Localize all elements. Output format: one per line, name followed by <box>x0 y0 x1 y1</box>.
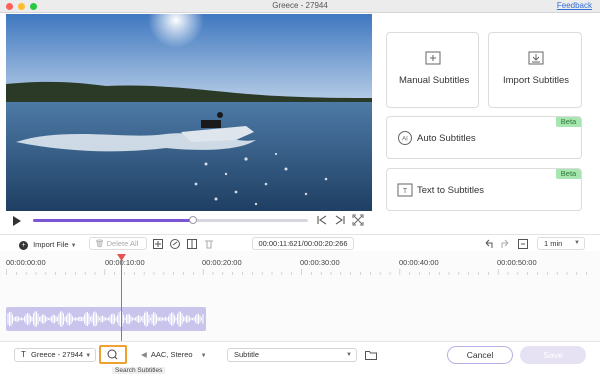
svg-text:AI: AI <box>402 137 408 143</box>
text-to-subtitles-card[interactable]: T Text to Subtitles Beta <box>386 168 582 211</box>
fit-timeline-icon[interactable] <box>518 239 528 249</box>
audio-track-clip[interactable] <box>6 307 206 331</box>
import-subtitles-icon <box>528 51 544 65</box>
auto-subtitles-beta-badge: Beta <box>556 117 581 127</box>
import-file-button[interactable]: + Import File ▼ <box>18 238 82 250</box>
app-window: Greece - 27944 Feedback Manual Subtitles… <box>0 0 600 375</box>
progress-fill <box>33 219 193 222</box>
video-track-select[interactable]: T Greece - 27944 ▼ <box>14 348 96 362</box>
zoom-value: 1 min <box>544 239 563 248</box>
delete-subtitle-icon[interactable] <box>204 239 214 249</box>
manual-subtitles-card[interactable]: Manual Subtitles <box>386 32 479 108</box>
fullscreen-icon[interactable] <box>352 214 364 226</box>
split-subtitle-icon[interactable] <box>187 239 197 249</box>
delete-all-label: Delete All <box>106 239 139 248</box>
video-preview[interactable] <box>6 14 372 211</box>
tick-label: 00:00:00:00 <box>6 258 46 267</box>
manual-subtitles-icon <box>425 51 441 65</box>
previous-frame-icon[interactable] <box>316 214 328 226</box>
search-subtitles-tooltip: Search Subtitles <box>112 367 166 374</box>
time-ruler <box>6 269 587 275</box>
audio-track-select[interactable]: ◀ AAC, Stereo ▼ <box>138 348 216 362</box>
auto-subtitles-icon: AI <box>398 131 412 145</box>
playhead-marker-icon[interactable] <box>117 254 126 261</box>
text-track-icon: T <box>21 350 26 359</box>
playback-progress-bar[interactable] <box>33 216 308 224</box>
title-bar: Greece - 27944 Feedback <box>0 0 600 13</box>
text-to-subtitles-icon: T <box>397 183 413 197</box>
manual-subtitles-label: Manual Subtitles <box>399 75 470 86</box>
folder-icon[interactable] <box>365 350 377 360</box>
chevron-down-icon: ▼ <box>574 240 580 246</box>
playhead-line[interactable] <box>121 257 122 342</box>
feedback-link[interactable]: Feedback <box>557 1 592 10</box>
window-title: Greece - 27944 <box>272 1 328 10</box>
save-button[interactable]: Save <box>520 346 586 364</box>
video-track-value: Greece - 27944 <box>30 350 84 359</box>
subtitle-value: Subtitle <box>234 350 260 359</box>
text-to-subtitles-beta-badge: Beta <box>556 169 581 179</box>
edit-subtitle-icon[interactable] <box>170 239 180 249</box>
add-subtitle-icon[interactable] <box>153 239 163 249</box>
progress-knob[interactable] <box>188 216 197 224</box>
auto-subtitles-label: Auto Subtitles <box>417 133 476 144</box>
zoom-select[interactable]: 1 min ▼ <box>537 237 585 250</box>
search-subtitles-button[interactable] <box>99 345 127 364</box>
plus-circle-icon: + <box>19 240 28 250</box>
import-subtitles-card[interactable]: Import Subtitles <box>488 32 582 108</box>
redo-icon[interactable] <box>500 239 510 249</box>
auto-subtitles-card[interactable]: AI Auto Subtitles Beta <box>386 116 582 159</box>
undo-icon[interactable] <box>484 239 494 249</box>
video-frame-image <box>6 14 372 211</box>
play-icon[interactable] <box>12 216 22 226</box>
next-frame-icon[interactable] <box>334 214 346 226</box>
tick-label: 00:00:20:00 <box>202 258 242 267</box>
tick-label: 00:00:50:00 <box>497 258 537 267</box>
svg-text:T: T <box>403 188 408 195</box>
chevron-down-icon: ▼ <box>70 243 77 249</box>
timeline-toolbar: + Import File ▼ 🗑 Delete All 00:00:11:62… <box>0 234 600 251</box>
timeline[interactable]: 00:00:00:00 00:00:10:00 00:00:20:00 00:0… <box>0 251 600 342</box>
import-file-label: Import File <box>33 240 69 249</box>
chevron-down-icon: ▼ <box>200 353 207 359</box>
timecode-display: 00:00:11:621/00:00:20:266 <box>252 237 354 250</box>
bottom-bar: T Greece - 27944 ▼ Search Subtitles ◀ AA… <box>0 341 600 375</box>
trash-icon: 🗑 <box>95 239 105 248</box>
import-subtitles-label: Import Subtitles <box>503 75 569 86</box>
chevron-down-icon: ▼ <box>85 353 92 359</box>
delete-all-button[interactable]: 🗑 Delete All <box>89 237 147 250</box>
chevron-down-icon: ▼ <box>346 352 352 358</box>
subtitle-select[interactable]: Subtitle ▼ <box>227 348 357 362</box>
text-to-subtitles-label: Text to Subtitles <box>417 185 485 196</box>
audio-track-value: AAC, Stereo <box>150 350 193 359</box>
search-icon <box>107 349 118 360</box>
tick-label: 00:00:40:00 <box>399 258 439 267</box>
audio-icon: ◀ <box>141 350 147 359</box>
tick-label: 00:00:30:00 <box>300 258 340 267</box>
audio-waveform <box>7 311 204 327</box>
cancel-button[interactable]: Cancel <box>447 346 513 364</box>
